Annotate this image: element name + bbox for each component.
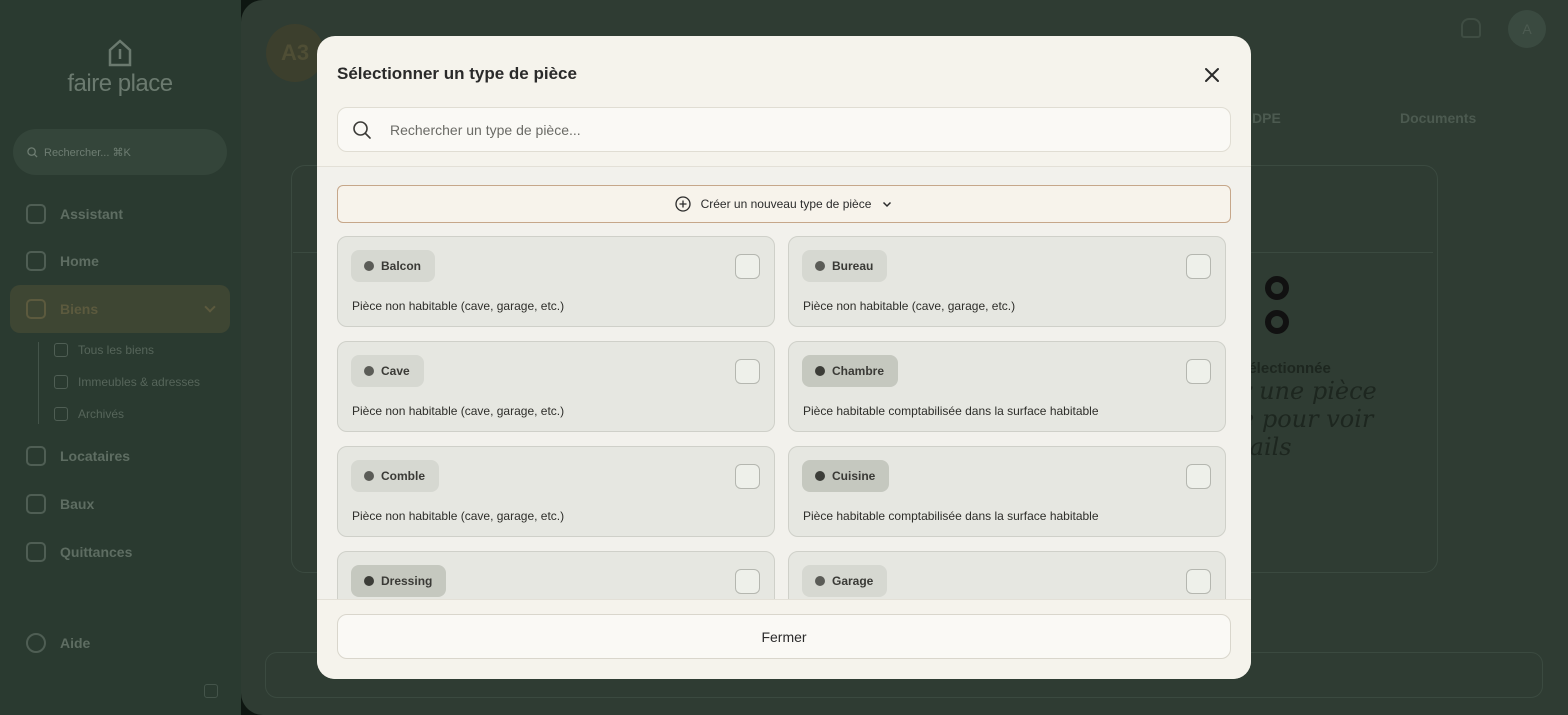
sidebar-subitem-immeubles[interactable]: Immeubles & adresses <box>54 375 200 389</box>
empty-state-illustration <box>1265 276 1289 344</box>
close-button[interactable]: Fermer <box>337 614 1231 659</box>
room-type-checkbox[interactable] <box>735 569 760 594</box>
sidebar-item-home[interactable]: Home <box>10 241 230 281</box>
sparkle-icon <box>26 204 46 224</box>
room-type-card-cave[interactable]: Cave Pièce non habitable (cave, garage, … <box>337 341 775 432</box>
room-type-checkbox[interactable] <box>1186 254 1211 279</box>
room-type-card-garage[interactable]: Garage <box>788 551 1226 599</box>
home-icon <box>26 251 46 271</box>
sidebar-item-label: Home <box>60 253 99 269</box>
room-type-card-cuisine[interactable]: Cuisine Pièce habitable comptabilisée da… <box>788 446 1226 537</box>
room-type-chip: Cuisine <box>802 460 890 492</box>
room-type-card-dressing[interactable]: Dressing <box>337 551 775 599</box>
room-type-chip: Balcon <box>351 250 436 282</box>
search-input[interactable] <box>390 121 1190 138</box>
app-logo[interactable]: faire place <box>64 38 176 98</box>
empty-state-hint: r une pièce <box>1240 377 1377 405</box>
sidebar-item-label: Baux <box>60 496 95 512</box>
subnav-line <box>38 342 39 424</box>
empty-state-title: sélectionnée <box>1240 360 1331 377</box>
search-icon <box>27 146 38 158</box>
building-icon <box>26 299 46 319</box>
plus-circle-icon <box>674 196 691 212</box>
room-type-description: Pièce habitable comptabilisée dans la su… <box>803 509 1099 523</box>
document-icon <box>26 494 46 514</box>
room-type-description: Pièce non habitable (cave, garage, etc.) <box>352 299 565 313</box>
room-type-card-comble[interactable]: Comble Pièce non habitable (cave, garage… <box>337 446 775 537</box>
room-type-description: Pièce non habitable (cave, garage, etc.) <box>352 509 565 523</box>
search-icon <box>353 120 371 139</box>
chevron-down-icon <box>883 201 892 208</box>
room-type-description: Pièce habitable comptabilisée dans la su… <box>803 404 1099 418</box>
sidebar-item-assistant[interactable]: Assistant <box>10 194 230 234</box>
sidebar-item-quittances[interactable]: Quittances <box>10 532 230 572</box>
chevron-down-icon <box>204 301 216 313</box>
empty-state-hint: tails <box>1240 433 1292 461</box>
room-type-chip: Dressing <box>351 565 447 597</box>
room-type-checkbox[interactable] <box>1186 569 1211 594</box>
sidebar-subitem-label: Tous les biens <box>78 343 155 357</box>
room-type-description: Pièce non habitable (cave, garage, etc.) <box>352 404 565 418</box>
sidebar-item-label: Quittances <box>60 544 133 560</box>
archive-icon <box>54 407 68 421</box>
create-room-type-label: Créer un nouveau type de pièce <box>700 197 872 211</box>
sidebar-subitem-label: Immeubles & adresses <box>78 375 201 389</box>
room-type-card-bureau[interactable]: Bureau Pièce non habitable (cave, garage… <box>788 236 1226 327</box>
close-icon[interactable] <box>1201 64 1223 86</box>
building-icon <box>54 343 68 357</box>
room-type-checkbox[interactable] <box>1186 359 1211 384</box>
collapse-sidebar-icon[interactable] <box>204 684 218 698</box>
user-icon <box>26 446 46 466</box>
room-type-description: Pièce non habitable (cave, garage, etc.) <box>803 299 1016 313</box>
receipt-icon <box>26 542 46 562</box>
room-type-checkbox[interactable] <box>1186 464 1211 489</box>
room-type-checkbox[interactable] <box>735 464 760 489</box>
room-type-list[interactable]: Créer un nouveau type de pièce Balcon Pi… <box>317 167 1251 599</box>
sidebar-item-locataires[interactable]: Locataires <box>10 436 230 476</box>
sidebar-item-label: Biens <box>60 301 99 317</box>
sidebar-subitem-tous-les-biens[interactable]: Tous les biens <box>54 343 154 357</box>
bell-icon[interactable] <box>1461 18 1481 38</box>
room-type-search <box>337 107 1231 152</box>
room-type-card-balcon[interactable]: Balcon Pièce non habitable (cave, garage… <box>337 236 775 327</box>
sidebar-search-label: Rechercher... ⌘K <box>44 146 131 159</box>
modal-title: Sélectionner un type de pièce <box>337 64 577 83</box>
sidebar: faire place Rechercher... ⌘K Assistant H… <box>0 0 241 715</box>
property-avatar: A3 <box>266 24 324 82</box>
sidebar-search[interactable]: Rechercher... ⌘K <box>13 129 227 175</box>
logo-text: faire place <box>67 70 173 97</box>
room-type-chip: Bureau <box>802 250 888 282</box>
create-room-type-button[interactable]: Créer un nouveau type de pièce <box>337 185 1231 223</box>
room-type-card-chambre[interactable]: Chambre Pièce habitable comptabilisée da… <box>788 341 1226 432</box>
empty-state: sélectionnée r une pièce e pour voir tai… <box>1240 360 1377 461</box>
sidebar-item-baux[interactable]: Baux <box>10 484 230 524</box>
empty-state-hint: e pour voir <box>1240 405 1374 433</box>
sidebar-item-biens[interactable]: Biens <box>10 285 230 333</box>
room-type-checkbox[interactable] <box>735 254 760 279</box>
apartment-icon <box>54 375 68 389</box>
room-type-chip: Cave <box>351 355 424 387</box>
room-type-modal: Sélectionner un type de pièce Créer un n… <box>317 36 1251 679</box>
help-icon <box>26 633 46 653</box>
user-avatar[interactable]: A <box>1508 10 1546 48</box>
sidebar-item-label: Aide <box>60 635 91 651</box>
room-type-chip: Comble <box>351 460 440 492</box>
room-type-checkbox[interactable] <box>735 359 760 384</box>
modal-footer: Fermer <box>317 599 1251 679</box>
sidebar-item-label: Locataires <box>60 448 131 464</box>
sidebar-subitem-archives[interactable]: Archivés <box>54 407 124 421</box>
room-type-chip: Chambre <box>802 355 899 387</box>
house-logo-icon <box>108 39 132 67</box>
tab-documents[interactable]: Documents <box>1400 110 1476 126</box>
sidebar-item-aide[interactable]: Aide <box>10 623 230 663</box>
tab-dpe[interactable]: DPE <box>1252 110 1281 126</box>
sidebar-item-label: Assistant <box>60 206 124 222</box>
sidebar-subitem-label: Archivés <box>78 407 125 421</box>
room-type-chip: Garage <box>802 565 888 597</box>
